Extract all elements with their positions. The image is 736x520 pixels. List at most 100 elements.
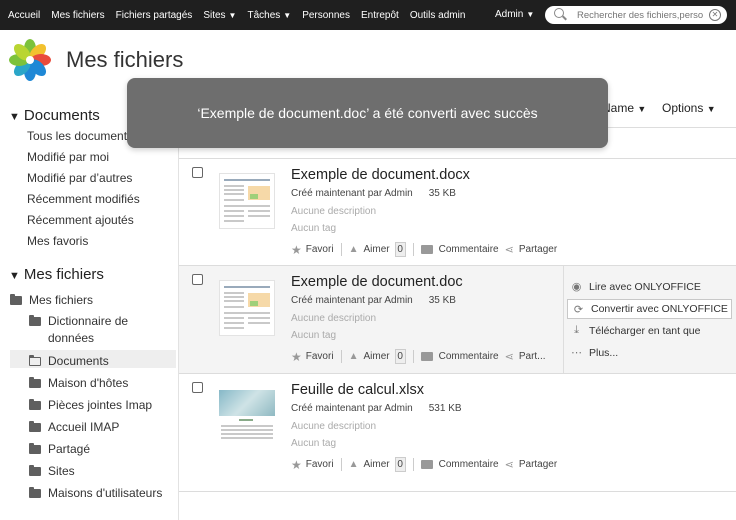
file-row: Feuille de calcul.xlsx Créé maintenant p… (179, 374, 736, 492)
user-menu[interactable]: Admin ▼ (495, 9, 534, 20)
caret-down-icon: ▼ (706, 104, 716, 114)
file-size: 35 KB (428, 295, 456, 306)
file-tags: Aucun tag (291, 438, 337, 449)
nav-shared-files[interactable]: Fichiers partagés (116, 10, 193, 21)
like-button[interactable]: ▲ Aimer 0 (349, 242, 406, 257)
convert-with-onlyoffice-action[interactable]: ⟳ Convertir avec ONLYOFFICE (567, 299, 732, 319)
share-button[interactable]: ⋖ Partager (505, 458, 558, 471)
clear-search-icon[interactable]: ✕ (709, 9, 721, 21)
tree-item-shared[interactable]: Partagé (29, 442, 90, 456)
comment-icon (420, 245, 433, 254)
nav-admin-tools[interactable]: Outils admin (410, 10, 466, 21)
like-button[interactable]: ▲ Aimer 0 (349, 457, 406, 472)
options-label: Options (662, 101, 704, 115)
nav-home[interactable]: Accueil (8, 10, 40, 21)
like-button[interactable]: ▲ Aimer 0 (349, 349, 406, 364)
my-files-section-toggle[interactable]: ▼ Mes fichiers (9, 266, 104, 283)
nav-admin-tools-label: Outils admin (409, 9, 466, 21)
download-as-action[interactable]: ⤓ Télécharger en tant que (570, 324, 701, 337)
file-select-checkbox[interactable] (192, 167, 203, 178)
share-icon: ⋖ (504, 351, 514, 363)
tree-item-label: Documents (48, 354, 109, 368)
comment-button[interactable]: Commentaire (420, 244, 499, 255)
action-label: Convertir avec ONLYOFFICE (591, 303, 728, 315)
tree-item-documents[interactable]: Documents (28, 354, 109, 368)
page-title: Mes fichiers (66, 47, 184, 72)
view-in-onlyoffice-action[interactable]: ◉ Lire avec ONLYOFFICE (570, 280, 701, 294)
sidebar-item-my-favorites[interactable]: Mes favoris (27, 234, 88, 248)
file-select-checkbox[interactable] (192, 274, 203, 285)
spreadsheet-thumbnail[interactable] (219, 390, 275, 442)
star-icon: ★ (291, 242, 302, 257)
documents-section-toggle[interactable]: ▼ Documents (9, 107, 100, 124)
nav-people[interactable]: Personnes (302, 10, 350, 21)
comment-button[interactable]: Commentaire (420, 351, 499, 362)
favorite-button[interactable]: ★ Favori (291, 459, 334, 471)
options-dropdown[interactable]: Options ▼ (662, 101, 716, 115)
comment-label: Commentaire (438, 244, 499, 255)
folder-open-icon (28, 354, 41, 366)
triangle-down-icon: ▼ (9, 111, 20, 123)
favorite-label: Favori (305, 351, 334, 362)
nav-sites-label: Sites (203, 9, 226, 21)
comment-label: Commentaire (438, 351, 499, 362)
file-name-link[interactable]: Exemple de document.doc (291, 274, 463, 290)
nav-my-files[interactable]: Mes fichiers (51, 10, 104, 21)
favorite-button[interactable]: ★ Favori (291, 244, 334, 256)
file-row: Exemple de document.docx Créé maintenant… (179, 158, 736, 266)
file-tags: Aucun tag (291, 223, 337, 234)
file-size: 531 KB (428, 403, 462, 414)
more-actions[interactable]: ⋯ Plus... (570, 346, 618, 360)
top-app-bar: Accueil Mes fichiers Fichiers partagés S… (0, 0, 736, 30)
tree-item-label: Dictionnaire de données (48, 314, 129, 345)
action-separator (340, 350, 342, 363)
tree-item-label: Maison d'hôtes (48, 376, 129, 390)
sidebar-item-modified-by-others[interactable]: Modifié par d’autres (27, 171, 132, 185)
like-count: 0 (394, 457, 406, 472)
nav-repository[interactable]: Entrepôt (361, 10, 399, 21)
file-name-link[interactable]: Feuille de calcul.xlsx (291, 382, 424, 398)
favorite-button[interactable]: ★ Favori (291, 351, 334, 363)
my-files-section-title: Mes fichiers (23, 266, 104, 283)
folder-icon (29, 377, 41, 388)
share-button[interactable]: ⋖ Partager (505, 243, 558, 256)
document-thumbnail[interactable] (219, 173, 275, 229)
sidebar-item-recently-added[interactable]: Récemment ajoutés (27, 213, 134, 227)
sidebar-item-all-documents[interactable]: Tous les documents (27, 129, 133, 143)
action-label: Télécharger en tant que (589, 324, 701, 337)
action-separator (412, 243, 414, 256)
thumbs-up-icon: ▲ (348, 351, 359, 362)
nav-tasks[interactable]: Tâches ▼ (247, 10, 291, 21)
file-name-link[interactable]: Exemple de document.docx (291, 167, 470, 183)
star-icon: ★ (291, 457, 302, 472)
document-thumbnail[interactable] (219, 280, 275, 336)
search-icon[interactable] (553, 6, 571, 24)
tree-item-sites[interactable]: Sites (29, 464, 75, 478)
caret-down-icon: ▼ (228, 10, 237, 20)
share-button[interactable]: ⋖ Part... (505, 350, 546, 363)
caret-down-icon: ▼ (526, 10, 535, 19)
comment-button[interactable]: Commentaire (420, 459, 499, 470)
file-select-checkbox[interactable] (192, 382, 203, 393)
tree-item-label: Partagé (48, 442, 91, 456)
sidebar-item-modified-by-me[interactable]: Modifié par moi (27, 150, 109, 164)
search-input[interactable] (577, 9, 707, 21)
comment-label: Commentaire (438, 459, 499, 470)
favorite-label: Favori (305, 459, 334, 470)
tree-item-user-homes[interactable]: Maisons d'utilisateurs (29, 486, 162, 500)
like-label: Aimer (363, 351, 390, 362)
favorite-label: Favori (305, 244, 334, 255)
action-separator (412, 350, 414, 363)
like-label: Aimer (363, 244, 390, 255)
nav-shared-files-label: Fichiers partagés (115, 9, 193, 21)
folder-icon (29, 465, 41, 476)
sidebar-item-recently-modified[interactable]: Récemment modifiés (27, 192, 140, 206)
nav-sites[interactable]: Sites ▼ (203, 10, 236, 21)
tree-item-imap-home[interactable]: Accueil IMAP (29, 420, 119, 434)
sort-by-name-dropdown[interactable]: Name ▼ (602, 101, 646, 115)
tree-item-data-dictionary[interactable]: Dictionnaire de données (29, 314, 128, 347)
tree-item-imap-attachments[interactable]: Pièces jointes Imap (29, 398, 152, 412)
tree-item-guest-home[interactable]: Maison d'hôtes (29, 376, 128, 390)
tree-item-my-files[interactable]: Mes fichiers (10, 293, 93, 307)
thumbs-up-icon: ▲ (348, 459, 359, 470)
